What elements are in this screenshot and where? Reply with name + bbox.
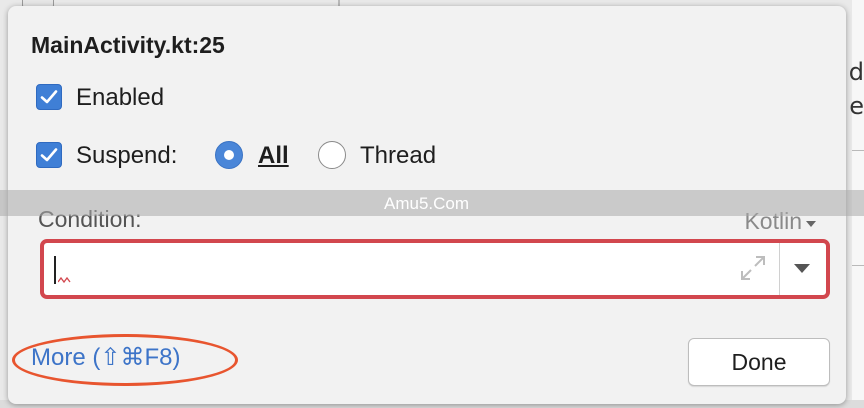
suspend-all-label[interactable]: All xyxy=(258,142,289,170)
check-icon xyxy=(40,148,58,162)
annotation-highlight-oval xyxy=(12,334,238,386)
dropdown-arrow-icon[interactable] xyxy=(794,264,810,273)
suspend-all-radio[interactable] xyxy=(215,141,243,169)
expand-icon[interactable] xyxy=(738,253,768,283)
breakpoint-title: MainActivity.kt:25 xyxy=(31,32,225,58)
background-divider xyxy=(852,150,864,151)
text-cursor xyxy=(54,256,56,284)
background-text-fragment: e xyxy=(849,92,864,120)
watermark-text: Amu5.Com xyxy=(384,194,470,213)
check-icon xyxy=(40,90,58,104)
enabled-label: Enabled xyxy=(76,84,165,111)
suspend-label: Suspend: xyxy=(76,142,178,169)
suspend-thread-label[interactable]: Thread xyxy=(360,142,436,170)
chevron-down-icon xyxy=(806,220,816,227)
error-squiggle-icon xyxy=(58,276,71,284)
background-divider xyxy=(852,265,864,266)
dropdown-separator xyxy=(779,243,780,295)
background-text-fragment: d xyxy=(848,58,864,86)
condition-input[interactable] xyxy=(40,239,830,299)
suspend-checkbox[interactable] xyxy=(36,142,62,168)
suspend-thread-radio[interactable] xyxy=(318,141,346,169)
done-button[interactable]: Done xyxy=(688,338,830,386)
enabled-checkbox[interactable] xyxy=(36,84,62,110)
